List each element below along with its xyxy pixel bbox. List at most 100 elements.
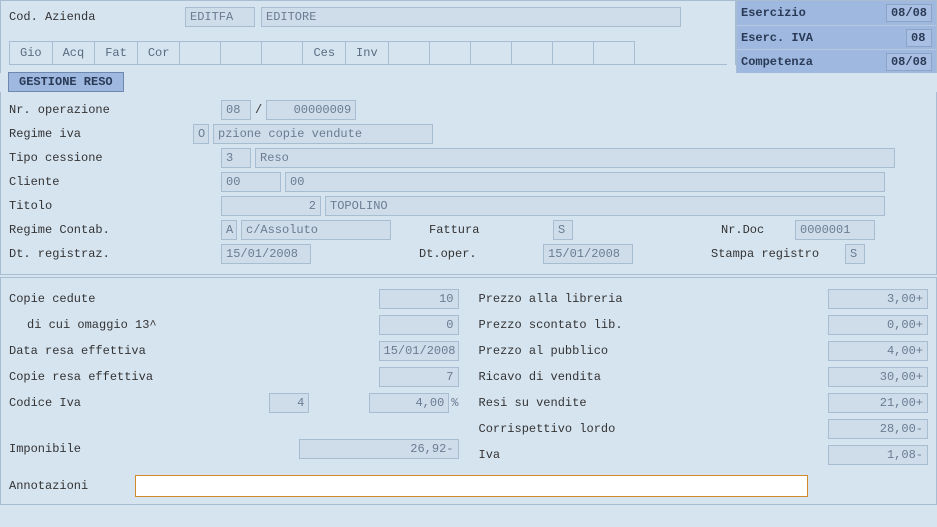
tab-blank-1[interactable]: . (179, 41, 221, 64)
ricavo-value: 30,00+ (828, 367, 928, 387)
titolo-row: Titolo 2 TOPOLINO (9, 194, 928, 218)
annotazioni-input[interactable] (135, 475, 808, 497)
regime-contab-row: Regime Contab. A c/Assoluto Fattura S Nr… (9, 218, 928, 242)
tipo-cessione-desc: Reso (255, 148, 895, 168)
tab-blank-7[interactable]: . (511, 41, 553, 64)
header: Cod. Azienda EDITFA EDITORE Gio Acq Fat … (0, 0, 937, 73)
grid-left-col: Copie cedute 10 di cui omaggio 13^ 0 Dat… (9, 286, 459, 468)
iva-value: 1,08- (828, 445, 928, 465)
nrdoc-label: Nr.Doc (721, 223, 791, 237)
copie-resa-label: Copie resa effettiva (9, 370, 379, 384)
tipo-cessione-label: Tipo cessione (9, 151, 189, 165)
dt-oper-value: 15/01/2008 (543, 244, 633, 264)
regime-iva-row: Regime iva O pzione copie vendute (9, 122, 928, 146)
eserc-iva-row: Eserc. IVA 08 (737, 25, 936, 49)
corrispettivo-label: Corrispettivo lordo (479, 422, 829, 436)
nr-operazione-row: Nr. operazione 08 / 00000009 (9, 98, 928, 122)
annotazioni-row: Annotazioni (9, 472, 928, 500)
tab-gio[interactable]: Gio (9, 41, 53, 64)
copie-cedute-label: Copie cedute (9, 292, 379, 306)
tab-inv[interactable]: Inv (345, 41, 389, 64)
titolo-code: 2 (221, 196, 321, 216)
copie-resa-value: 7 (379, 367, 459, 387)
tab-blank-2[interactable]: . (220, 41, 262, 64)
prezzo-libreria-value: 3,00+ (828, 289, 928, 309)
competenza-label: Competenza (741, 55, 841, 69)
data-resa-label: Data resa effettiva (9, 344, 379, 358)
fattura-value: S (553, 220, 573, 240)
header-left: Cod. Azienda EDITFA EDITORE Gio Acq Fat … (1, 1, 736, 65)
subtab-gestione-reso[interactable]: GESTIONE RESO (8, 72, 124, 92)
cod-azienda-row: Cod. Azienda EDITFA EDITORE (9, 7, 727, 27)
titolo-label: Titolo (9, 199, 189, 213)
tab-blank-4[interactable]: . (388, 41, 430, 64)
tab-blank-8[interactable]: . (552, 41, 594, 64)
codice-iva-label: Codice Iva (9, 396, 269, 410)
prezzo-pubblico-value: 4,00+ (828, 341, 928, 361)
tab-ces[interactable]: Ces (302, 41, 346, 64)
nr-operazione-b: 00000009 (266, 100, 356, 120)
subtab-row: GESTIONE RESO (0, 72, 937, 92)
omaggio-value: 0 (379, 315, 459, 335)
dt-registraz-row: Dt. registraz. 15/01/2008 Dt.oper. 15/01… (9, 242, 928, 266)
prezzo-scontato-label: Prezzo scontato lib. (479, 318, 829, 332)
eserc-iva-value: 08 (906, 29, 932, 47)
dt-registraz-value: 15/01/2008 (221, 244, 311, 264)
esercizio-label: Esercizio (741, 6, 841, 20)
tab-cor[interactable]: Cor (137, 41, 181, 64)
dt-registraz-label: Dt. registraz. (9, 247, 189, 261)
codice-iva-pct: 4,00 (369, 393, 449, 413)
cod-azienda-desc: EDITORE (261, 7, 681, 27)
competenza-row: Competenza 08/08 (737, 49, 936, 73)
form-panel: Nr. operazione 08 / 00000009 Regime iva … (0, 92, 937, 275)
competenza-value: 08/08 (886, 53, 932, 71)
stampa-registro-label: Stampa registro (711, 247, 841, 261)
nr-operazione-label: Nr. operazione (9, 103, 189, 117)
omaggio-label: di cui omaggio 13^ (9, 318, 379, 332)
resi-label: Resi su vendite (479, 396, 829, 410)
imponibile-value: 26,92- (299, 439, 459, 459)
iva-label: Iva (479, 448, 829, 462)
dt-oper-label: Dt.oper. (419, 247, 539, 261)
corrispettivo-value: 28,00- (828, 419, 928, 439)
esercizio-value: 08/08 (886, 4, 932, 22)
annotazioni-label: Annotazioni (9, 479, 129, 493)
cliente-row: Cliente 00 00 (9, 170, 928, 194)
tab-blank-9[interactable]: . (593, 41, 635, 64)
data-resa-value: 15/01/2008 (379, 341, 459, 361)
tab-blank-5[interactable]: . (429, 41, 471, 64)
stampa-registro-value: S (845, 244, 865, 264)
tab-fat[interactable]: Fat (94, 41, 138, 64)
prezzo-libreria-label: Prezzo alla libreria (479, 292, 829, 306)
titolo-desc: TOPOLINO (325, 196, 885, 216)
fattura-label: Fattura (429, 223, 549, 237)
regime-iva-code: O (193, 124, 209, 144)
prezzo-scontato-value: 0,00+ (828, 315, 928, 335)
cliente-a: 00 (221, 172, 281, 192)
prezzo-pubblico-label: Prezzo al pubblico (479, 344, 829, 358)
header-right: Esercizio 08/08 Eserc. IVA 08 Competenza… (736, 1, 936, 73)
regime-contab-label: Regime Contab. (9, 223, 189, 237)
nr-operazione-sep: / (255, 103, 262, 117)
tipo-cessione-code: 3 (221, 148, 251, 168)
eserc-iva-label: Eserc. IVA (741, 31, 841, 45)
ricavo-label: Ricavo di vendita (479, 370, 829, 384)
tabs-row: Gio Acq Fat Cor . . . Ces Inv . . . . . … (9, 37, 727, 65)
tab-blank-6[interactable]: . (470, 41, 512, 64)
tipo-cessione-row: Tipo cessione 3 Reso (9, 146, 928, 170)
tab-acq[interactable]: Acq (52, 41, 96, 64)
grid-right-col: Prezzo alla libreria 3,00+ Prezzo sconta… (479, 286, 929, 468)
pct-sign: % (451, 396, 458, 410)
regime-iva-label: Regime iva (9, 127, 189, 141)
cod-azienda-code: EDITFA (185, 7, 255, 27)
regime-contab-code: A (221, 220, 237, 240)
imponibile-label: Imponibile (9, 442, 299, 456)
nrdoc-value: 0000001 (795, 220, 875, 240)
cliente-b: 00 (285, 172, 885, 192)
copie-cedute-value: 10 (379, 289, 459, 309)
tab-blank-3[interactable]: . (261, 41, 303, 64)
cod-azienda-label: Cod. Azienda (9, 10, 179, 24)
resi-value: 21,00+ (828, 393, 928, 413)
regime-iva-desc: pzione copie vendute (213, 124, 433, 144)
regime-contab-desc: c/Assoluto (241, 220, 391, 240)
